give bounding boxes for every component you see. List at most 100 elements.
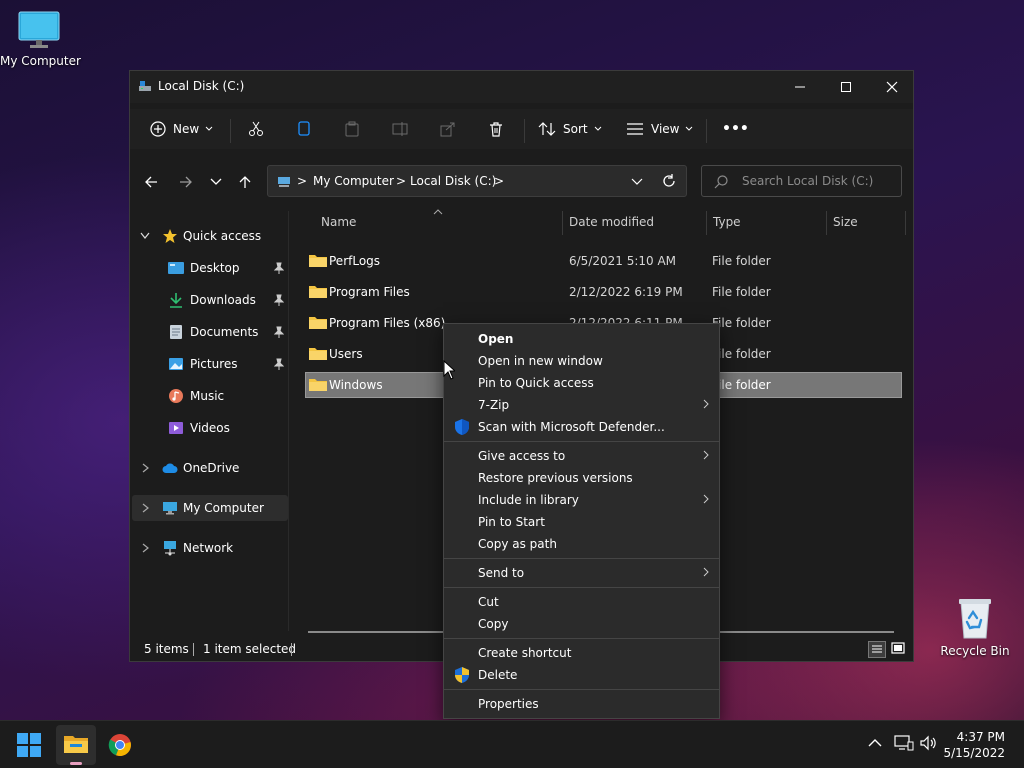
refresh-icon[interactable] (662, 174, 676, 188)
chevron-down-icon (594, 126, 602, 132)
view-button[interactable]: View (626, 109, 693, 149)
menu-item-copy-as-path[interactable]: Copy as path (444, 533, 719, 555)
address-bar[interactable]: > My Computer > Local Disk (C:) > (267, 165, 687, 197)
sidebar-item-network[interactable]: Network (130, 535, 286, 561)
forward-button[interactable] (173, 169, 199, 195)
file-name: Users (329, 347, 363, 361)
file-name: PerfLogs (329, 254, 381, 268)
sidebar-item-my-computer[interactable]: My Computer (132, 495, 288, 521)
column-divider[interactable] (905, 211, 906, 235)
menu-item-delete[interactable]: Delete (444, 664, 719, 686)
menu-item-restore-versions[interactable]: Restore previous versions (444, 467, 719, 489)
chevron-right-icon (142, 463, 150, 473)
column-divider[interactable] (706, 211, 707, 235)
sidebar-item-pictures[interactable]: Pictures (130, 351, 286, 377)
sidebar-item-videos[interactable]: Videos (130, 415, 286, 441)
details-view-toggle[interactable] (868, 641, 886, 658)
file-row[interactable]: Program Files 2/12/2022 6:19 PM File fol… (305, 279, 902, 305)
title-bar[interactable]: Local Disk (C:) (130, 71, 913, 103)
paste-button[interactable] (344, 109, 360, 149)
menu-item-open[interactable]: Open (444, 328, 719, 350)
up-button[interactable] (232, 169, 258, 195)
menu-item-cut[interactable]: Cut (444, 591, 719, 613)
network-tray-button[interactable] (894, 735, 914, 751)
sidebar-label: Videos (190, 421, 230, 435)
search-box[interactable]: Search Local Disk (C:) (701, 165, 902, 197)
speaker-icon (919, 735, 939, 751)
sort-button[interactable]: Sort (538, 109, 602, 149)
column-divider[interactable] (826, 211, 827, 235)
menu-item-pin-start[interactable]: Pin to Start (444, 511, 719, 533)
pin-icon[interactable] (274, 358, 284, 370)
maximize-button[interactable] (823, 71, 869, 103)
rename-button[interactable] (392, 109, 408, 149)
column-divider[interactable] (562, 211, 563, 235)
tiles-view-toggle[interactable] (890, 641, 906, 657)
menu-item-give-access[interactable]: Give access to (444, 445, 719, 467)
minimize-button[interactable] (777, 71, 823, 103)
selection-count: 1 item selected (203, 642, 297, 656)
recent-locations-button[interactable] (203, 169, 229, 195)
column-header-date-modified[interactable]: Date modified (569, 215, 654, 229)
defender-shield-icon (454, 418, 470, 436)
pane-splitter[interactable] (288, 211, 289, 631)
more-options-button[interactable]: ••• (722, 109, 749, 149)
menu-item-scan-defender[interactable]: Scan with Microsoft Defender... (444, 416, 719, 438)
pin-icon[interactable] (274, 294, 284, 306)
taskbar-chrome[interactable] (108, 733, 132, 757)
taskbar-file-explorer[interactable] (56, 725, 96, 765)
back-button[interactable] (138, 169, 164, 195)
sidebar-item-quick-access[interactable]: Quick access (130, 223, 286, 249)
menu-item-send-to[interactable]: Send to (444, 562, 719, 584)
monitor-icon (17, 10, 61, 50)
sidebar-item-onedrive[interactable]: OneDrive (130, 455, 286, 481)
column-header-name[interactable]: Name (321, 215, 356, 229)
sidebar-item-desktop[interactable]: Desktop (130, 255, 286, 281)
menu-item-label: Copy as path (478, 537, 557, 551)
copy-button[interactable] (296, 109, 312, 149)
menu-item-include-library[interactable]: Include in library (444, 489, 719, 511)
column-header-type[interactable]: Type (713, 215, 741, 229)
active-app-indicator (70, 762, 82, 765)
clock[interactable]: 4:37 PM 5/15/2022 (943, 729, 1005, 761)
menu-item-label: Give access to (478, 449, 566, 463)
delete-button[interactable] (488, 109, 504, 149)
menu-item-pin-quick-access[interactable]: Pin to Quick access (444, 372, 719, 394)
sidebar-item-downloads[interactable]: Downloads (130, 287, 286, 313)
star-icon (162, 228, 178, 244)
cut-button[interactable] (248, 109, 264, 149)
sidebar-item-documents[interactable]: Documents (130, 319, 286, 345)
menu-item-7zip[interactable]: 7-Zip (444, 394, 719, 416)
desktop-folder-icon (168, 261, 184, 275)
menu-item-properties[interactable]: Properties (444, 693, 719, 715)
mouse-cursor-icon (443, 360, 455, 380)
share-button[interactable] (440, 109, 456, 149)
desktop-icon-my-computer[interactable]: My Computer (0, 10, 81, 68)
show-hidden-icons-button[interactable] (868, 738, 882, 748)
close-button[interactable] (869, 71, 915, 103)
volume-tray-button[interactable] (919, 735, 939, 751)
videos-icon (168, 420, 184, 436)
breadcrumb-my-computer[interactable]: My Computer (313, 174, 394, 188)
pin-icon[interactable] (274, 326, 284, 338)
toolbar-divider (706, 119, 707, 143)
menu-item-copy[interactable]: Copy (444, 613, 719, 635)
file-row[interactable]: PerfLogs 6/5/2021 5:10 AM File folder (305, 248, 902, 274)
sidebar-label: Pictures (190, 357, 238, 371)
command-bar: New Sort View ••• (130, 109, 913, 149)
chevron-right-icon (703, 494, 709, 504)
column-header-size[interactable]: Size (833, 215, 858, 229)
breadcrumb-local-disk[interactable]: Local Disk (C:) (410, 174, 496, 188)
desktop-icon-recycle-bin[interactable]: Recycle Bin (938, 596, 1012, 658)
pin-icon[interactable] (274, 262, 284, 274)
new-button[interactable]: New (150, 109, 213, 149)
start-button[interactable] (17, 733, 41, 757)
pictures-icon (168, 356, 184, 372)
address-history-dropdown[interactable] (631, 178, 643, 186)
menu-separator (444, 587, 719, 588)
menu-item-create-shortcut[interactable]: Create shortcut (444, 642, 719, 664)
menu-item-open-new-window[interactable]: Open in new window (444, 350, 719, 372)
menu-item-label: Delete (478, 668, 518, 682)
sidebar-item-music[interactable]: Music (130, 383, 286, 409)
menu-item-label: Pin to Start (478, 515, 545, 529)
